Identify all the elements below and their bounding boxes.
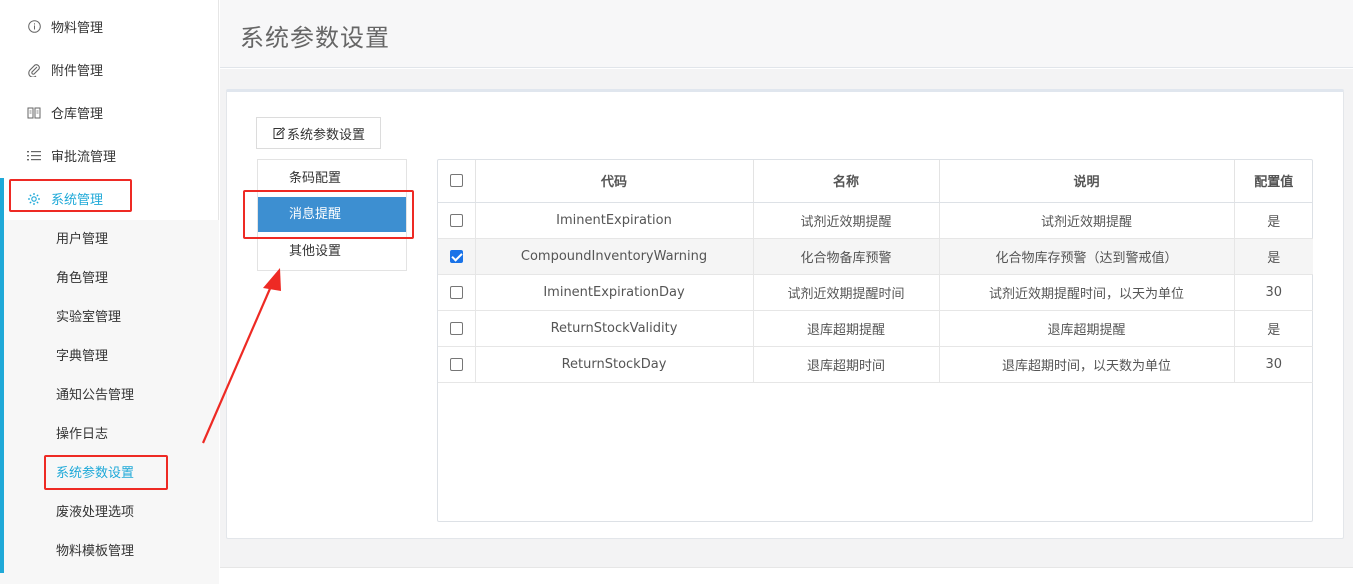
cell-desc: 化合物库存预警（达到警戒值） — [939, 238, 1235, 275]
sidebar-subitem-users[interactable]: 用户管理 — [56, 225, 108, 255]
list-icon — [26, 148, 42, 164]
sidebar-item-materials[interactable]: 物料管理 — [0, 5, 219, 48]
table-row[interactable]: IminentExpirationDay 试剂近效期提醒时间 试剂近效期提醒时间… — [438, 274, 1313, 311]
sidebar-subitem-waste[interactable]: 废液处理选项 — [56, 498, 134, 528]
cell-code: ReturnStockDay — [475, 346, 754, 383]
sidebar-item-label: 附件管理 — [51, 64, 104, 79]
cell-value: 30 — [1234, 274, 1313, 311]
footer-strip — [220, 567, 1353, 584]
cell-desc: 退库超期提醒 — [939, 310, 1235, 347]
row-checkbox[interactable] — [449, 249, 463, 263]
select-all-checkbox[interactable] — [449, 174, 463, 188]
sidebar-subitem-labs[interactable]: 实验室管理 — [56, 303, 121, 333]
cell-desc: 退库超期时间，以天数为单位 — [939, 346, 1235, 383]
column-header-value[interactable]: 配置值 — [1234, 160, 1313, 203]
cell-code: CompoundInventoryWarning — [475, 238, 754, 275]
annotation-box-system — [9, 179, 132, 212]
active-indicator — [0, 178, 4, 573]
sidebar-item-label: 仓库管理 — [51, 107, 104, 122]
cell-value: 30 — [1234, 346, 1313, 383]
page-title: 系统参数设置 — [240, 24, 390, 52]
paperclip-icon — [26, 62, 42, 78]
cell-code: IminentExpirationDay — [475, 274, 754, 311]
sidebar-item-attachments[interactable]: 附件管理 — [0, 48, 219, 91]
sidebar: 物料管理 附件管理 仓库管理 审批流管理 系统管理 用户管理 角色管理 实验室管… — [0, 0, 219, 584]
sidebar-item-warehouse[interactable]: 仓库管理 — [0, 91, 219, 134]
tab-label: 系统参数设置 — [286, 127, 365, 143]
table-row[interactable]: ReturnStockDay 退库超期时间 退库超期时间，以天数为单位 30 — [438, 346, 1313, 383]
page-header: 系统参数设置 — [220, 0, 1353, 68]
column-header-code[interactable]: 代码 — [475, 160, 754, 203]
annotation-box-notifications — [243, 190, 414, 239]
sidebar-subitem-templates[interactable]: 物料模板管理 — [56, 537, 134, 567]
select-all-cell — [438, 160, 476, 203]
column-header-desc[interactable]: 说明 — [939, 160, 1235, 203]
book-icon — [26, 105, 42, 121]
cell-value: 是 — [1234, 310, 1313, 347]
table-row[interactable]: IminentExpiration 试剂近效期提醒 试剂近效期提醒 是 — [438, 202, 1313, 239]
sidebar-item-label: 物料管理 — [51, 21, 104, 36]
cell-code: IminentExpiration — [475, 202, 754, 239]
sidebar-subitem-roles[interactable]: 角色管理 — [56, 264, 108, 294]
cell-desc: 试剂近效期提醒 — [939, 202, 1235, 239]
cell-name: 试剂近效期提醒 — [753, 202, 940, 239]
cell-name: 退库超期提醒 — [753, 310, 940, 347]
info-circle-icon — [26, 19, 42, 35]
cell-code: ReturnStockValidity — [475, 310, 754, 347]
sidebar-item-label: 审批流管理 — [51, 150, 117, 165]
cell-name: 化合物备库预警 — [753, 238, 940, 275]
annotation-box-system-params — [44, 455, 168, 490]
table-row[interactable]: CompoundInventoryWarning 化合物备库预警 化合物库存预警… — [438, 238, 1313, 275]
sidebar-item-approval[interactable]: 审批流管理 — [0, 134, 219, 177]
sidebar-subitem-notices[interactable]: 通知公告管理 — [56, 381, 134, 411]
row-checkbox[interactable] — [449, 357, 463, 371]
row-checkbox[interactable] — [449, 321, 463, 335]
config-item-other[interactable]: 其他设置 — [258, 234, 406, 269]
cell-name: 退库超期时间 — [753, 346, 940, 383]
table-header-row: 代码 名称 说明 配置值 — [438, 160, 1313, 203]
system-params-tab[interactable]: 系统参数设置 — [256, 117, 381, 149]
cell-value: 是 — [1234, 238, 1313, 275]
sidebar-subitem-logs[interactable]: 操作日志 — [56, 420, 108, 450]
cell-desc: 试剂近效期提醒时间，以天为单位 — [939, 274, 1235, 311]
table-row[interactable]: ReturnStockValidity 退库超期提醒 退库超期提醒 是 — [438, 310, 1313, 347]
column-header-name[interactable]: 名称 — [753, 160, 940, 203]
edit-icon — [272, 126, 285, 140]
sidebar-subitem-dictionary[interactable]: 字典管理 — [56, 342, 108, 372]
row-checkbox[interactable] — [449, 213, 463, 227]
row-checkbox[interactable] — [449, 285, 463, 299]
cell-name: 试剂近效期提醒时间 — [753, 274, 940, 311]
params-table: 代码 名称 说明 配置值 IminentExpiration 试剂近效期提醒 试… — [437, 159, 1313, 522]
cell-value: 是 — [1234, 202, 1313, 239]
